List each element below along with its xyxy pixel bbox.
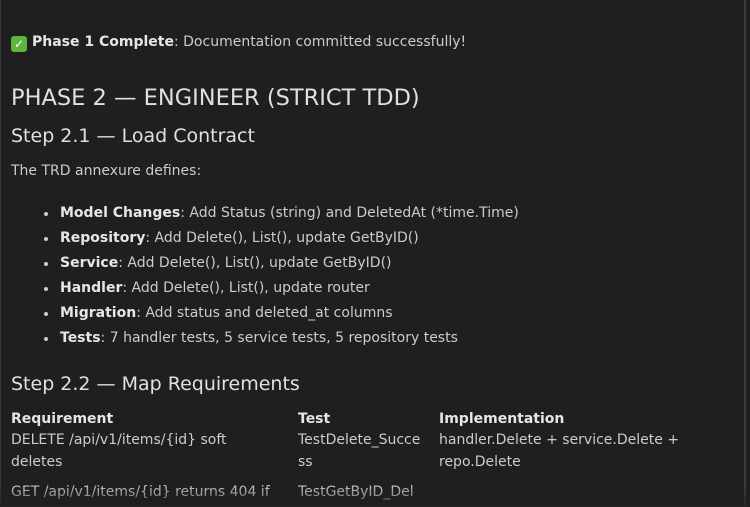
list-item: Model Changes: Add Status (string) and D… xyxy=(11,201,519,226)
table-cell-test: TestGetByID_Del xyxy=(298,484,414,500)
table-header-requirement: Requirement xyxy=(11,411,114,427)
list-item: Service: Add Delete(), List(), update Ge… xyxy=(11,251,519,276)
table-cell-requirement: GET /api/v1/items/{id} returns 404 if xyxy=(11,484,270,500)
phase2-heading: PHASE 2 — ENGINEER (STRICT TDD) xyxy=(11,85,420,111)
table-cell-requirement: DELETE /api/v1/items/{id} soft xyxy=(11,432,227,448)
list-item: Handler: Add Delete(), List(), update ro… xyxy=(11,276,519,301)
table-header-implementation: Implementation xyxy=(439,411,565,427)
list-item-label: Migration xyxy=(60,305,137,321)
table-cell-implementation: repo.Delete xyxy=(439,454,521,470)
step-2-2-heading: Step 2.2 — Map Requirements xyxy=(11,373,300,395)
table-cell-test: TestDelete_Succe xyxy=(298,432,421,448)
list-item: Migration: Add status and deleted_at col… xyxy=(11,301,519,326)
list-item-text: : Add Delete(), List(), update GetByID() xyxy=(118,255,392,271)
list-item: Tests: 7 handler tests, 5 service tests,… xyxy=(11,326,519,351)
phase1-message: : Documentation committed successfully! xyxy=(173,34,467,50)
table-cell-implementation: handler.Delete + service.Delete + xyxy=(439,432,680,448)
list-item-text: : Add Delete(), List(), update GetByID() xyxy=(145,230,419,246)
list-item-text: : Add status and deleted_at columns xyxy=(136,305,393,321)
list-item-text: : 7 handler tests, 5 service tests, 5 re… xyxy=(100,330,458,346)
list-item-text: : Add Delete(), List(), update router xyxy=(122,280,370,296)
table-header-test: Test xyxy=(298,411,331,427)
contract-list: Model Changes: Add Status (string) and D… xyxy=(11,201,519,351)
table-cell-test: ss xyxy=(298,454,313,470)
list-item-label: Tests xyxy=(60,330,101,346)
list-item-label: Handler xyxy=(60,280,123,296)
step-2-1-heading: Step 2.1 — Load Contract xyxy=(11,125,255,147)
list-item-label: Service xyxy=(60,255,119,271)
check-mark-icon: ✓ xyxy=(11,36,27,52)
list-item: Repository: Add Delete(), List(), update… xyxy=(11,226,519,251)
phase1-status: ✓ Phase 1 Complete: Documentation committ… xyxy=(11,32,466,52)
list-item-text: : Add Status (string) and DeletedAt (*ti… xyxy=(180,205,519,221)
list-item-label: Model Changes xyxy=(60,205,181,221)
phase1-title: Phase 1 Complete xyxy=(32,34,174,50)
contract-intro: The TRD annexure defines: xyxy=(11,163,202,179)
table-cell-requirement: deletes xyxy=(11,454,63,470)
list-item-label: Repository xyxy=(60,230,146,246)
